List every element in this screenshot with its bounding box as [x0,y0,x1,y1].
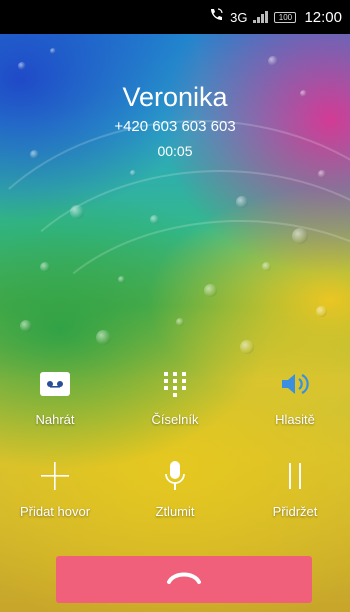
record-button[interactable]: Nahrát [0,366,110,427]
water-drop [268,56,278,66]
water-drop [236,196,248,208]
water-drop [204,284,217,297]
water-drop [240,340,254,354]
add-call-label: Přidat hovor [19,504,91,519]
hold-label: Přidržet [272,504,318,519]
battery-icon: 100 [274,11,297,23]
battery-level-label: 100 [278,12,293,22]
call-in-progress-icon [208,7,224,27]
hang-up-icon [166,569,202,590]
speaker-button[interactable]: Hlasitě [240,366,350,427]
keypad-button[interactable]: Číselník [120,366,230,427]
water-drop [50,48,56,54]
water-drop [130,170,136,176]
water-drop [150,215,159,224]
water-drop [40,262,50,272]
network-type-label: 3G [230,9,248,25]
plus-icon [40,461,70,496]
caller-number: +420 603 603 603 [114,118,236,135]
hold-button[interactable]: Přidržet [240,458,350,519]
keypad-label: Číselník [151,412,199,427]
add-call-button[interactable]: Přidat hovor [0,458,110,519]
mute-label: Ztlumit [155,504,195,519]
water-drop [20,320,32,332]
speaker-label: Hlasitě [275,412,315,427]
water-drop [176,318,184,326]
water-drop [118,276,125,283]
record-icon [39,371,71,402]
status-bar: 3G 100 12:00 [0,0,350,34]
water-drop [316,306,327,317]
water-drop [70,205,84,219]
pause-icon [285,461,305,496]
water-drop [292,228,308,244]
call-duration: 00:05 [157,143,193,159]
microphone-icon [163,460,187,497]
water-drop [18,62,26,70]
speaker-icon [278,369,312,404]
caller-name: Veronika [122,82,228,112]
mute-button[interactable]: Ztlumit [120,458,230,519]
call-screen: 3G 100 12:00 Veronika +420 603 603 603 0… [0,0,350,612]
record-label: Nahrát [35,412,75,427]
dialpad-icon [160,369,190,404]
status-clock: 12:00 [304,8,342,26]
water-drop [318,170,326,178]
water-drop [262,262,271,271]
end-call-button[interactable] [56,556,312,603]
signal-strength-icon [253,11,269,23]
water-drop [96,330,111,345]
